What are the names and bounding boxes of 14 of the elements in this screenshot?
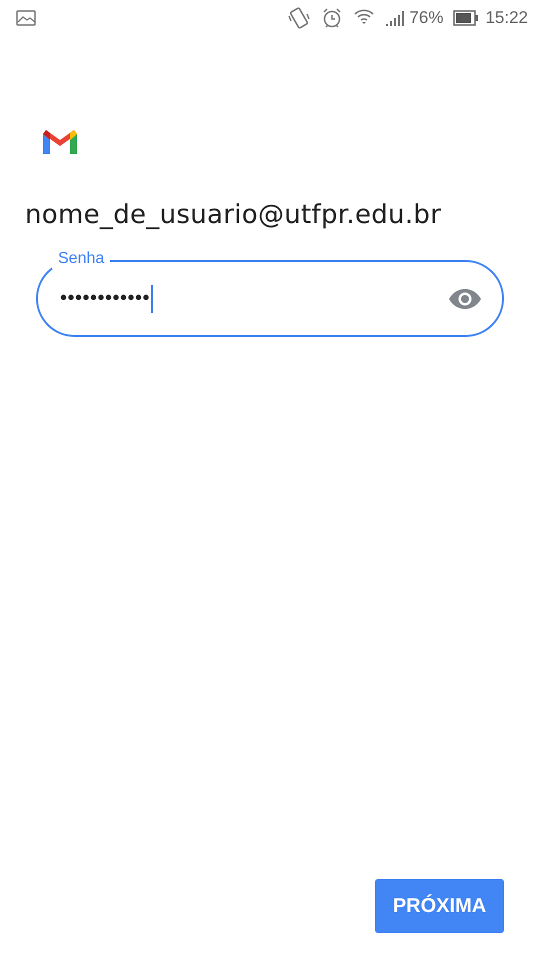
password-value: •••••••••••• [60,287,150,310]
vibrate-icon [287,6,312,30]
signal-icon [385,9,406,27]
text-cursor [151,284,154,312]
clock-time: 15:22 [485,8,528,28]
battery-percent: 76% [409,8,444,28]
next-button[interactable]: PRÓXIMA [375,879,504,933]
gmail-logo-icon [43,130,77,156]
field-label: Senha [52,249,110,269]
eye-icon[interactable] [448,288,482,310]
image-icon [16,10,36,26]
account-email: nome_de_usuario@utfpr.edu.br [25,200,442,230]
battery-icon [453,10,480,26]
alarm-icon [321,7,344,29]
